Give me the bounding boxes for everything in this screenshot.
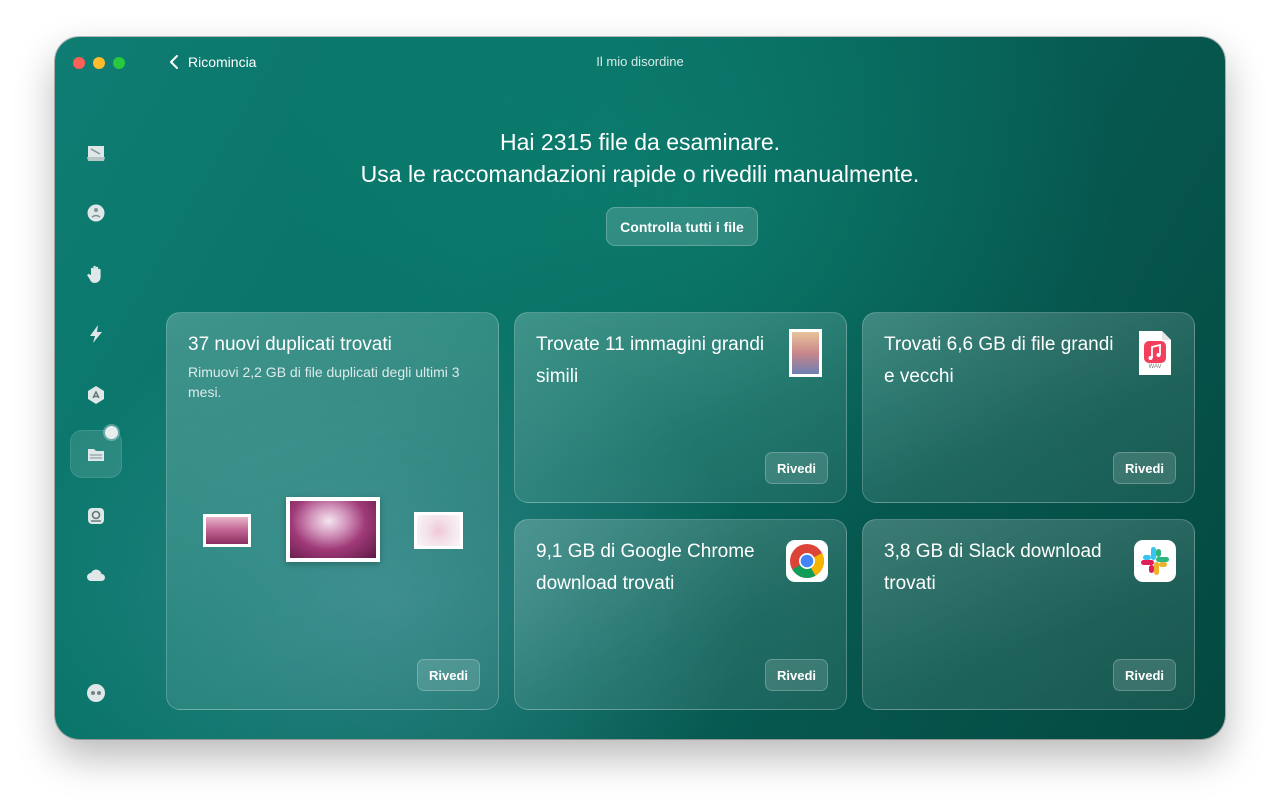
check-all-files-button[interactable]: Controlla tutti i file bbox=[606, 207, 758, 246]
sidebar-item-applications[interactable] bbox=[83, 382, 109, 408]
headline-line-1: Hai 2315 file da esaminare. bbox=[500, 129, 780, 155]
chrome-icon bbox=[786, 540, 828, 582]
shield-icon bbox=[87, 204, 105, 222]
sidebar-item-my-clutter[interactable] bbox=[83, 442, 109, 468]
review-button-large-old-files[interactable]: Rivedi bbox=[1112, 452, 1176, 484]
review-button-slack-downloads[interactable]: Rivedi bbox=[1112, 659, 1176, 691]
sidebar-item-speed[interactable] bbox=[83, 321, 109, 347]
card-slack-downloads-title: 3,8 GB di Slack download trovati bbox=[884, 541, 1102, 594]
card-duplicates[interactable]: 37 nuovi duplicati trovati Rimuovi 2,2 G… bbox=[166, 312, 499, 710]
cloud-icon bbox=[87, 569, 105, 581]
review-button-chrome-downloads[interactable]: Rivedi bbox=[764, 659, 828, 691]
review-button-similar-images[interactable]: Rivedi bbox=[764, 452, 828, 484]
lens-icon bbox=[88, 508, 104, 524]
sidebar-item-privacy[interactable] bbox=[83, 261, 109, 287]
assistant-icon bbox=[87, 684, 105, 702]
duplicate-thumbnail-right bbox=[414, 512, 463, 549]
app-window: Ricomincia Il mio disordine Hai 2315 fil… bbox=[55, 37, 1225, 739]
folder-drive-icon bbox=[88, 449, 104, 461]
card-chrome-downloads-title: 9,1 GB di Google Chrome download trovati bbox=[536, 541, 755, 594]
assistant-button[interactable] bbox=[83, 680, 109, 706]
duplicate-thumbnail-main bbox=[286, 497, 380, 562]
sidebar-item-cloud[interactable] bbox=[83, 563, 109, 589]
photo-thumbnail-icon bbox=[789, 329, 822, 377]
duplicate-thumbnail-left bbox=[203, 514, 251, 547]
sidebar-item-protection[interactable] bbox=[83, 200, 109, 226]
app-store-icon bbox=[88, 386, 104, 404]
window-title: Il mio disordine bbox=[596, 54, 684, 69]
card-duplicates-title: 37 nuovi duplicati trovati bbox=[188, 334, 392, 355]
card-slack-downloads[interactable]: 3,8 GB di Slack download trovati Rivedi bbox=[862, 519, 1195, 710]
wav-file-badge: WAV bbox=[1148, 364, 1162, 370]
card-large-old-files-title: Trovati 6,6 GB di file grandi e vecchi bbox=[884, 334, 1114, 387]
card-similar-images-title: Trovate 11 immagini grandi simili bbox=[536, 334, 765, 387]
sidebar-item-space-lens[interactable] bbox=[83, 503, 109, 529]
card-large-old-files[interactable]: Trovati 6,6 GB di file grandi e vecchi W… bbox=[862, 312, 1195, 503]
headline-line-2: Usa le raccomandazioni rapide o rivedili… bbox=[360, 161, 920, 187]
slack-icon bbox=[1134, 540, 1176, 582]
card-duplicates-description: Rimuovi 2,2 GB di file duplicati degli u… bbox=[188, 364, 460, 400]
sidebar-active-indicator bbox=[105, 426, 118, 439]
wav-file-icon: WAV bbox=[1138, 330, 1172, 376]
bolt-icon bbox=[90, 325, 102, 343]
card-similar-images[interactable]: Trovate 11 immagini grandi simili Rivedi bbox=[514, 312, 847, 503]
hand-icon bbox=[87, 265, 101, 283]
review-button-duplicates[interactable]: Rivedi bbox=[416, 659, 480, 691]
page-headline: Hai 2315 file da esaminare. Usa le racco… bbox=[55, 126, 1225, 190]
card-chrome-downloads[interactable]: 9,1 GB di Google Chrome download trovati… bbox=[514, 519, 847, 710]
